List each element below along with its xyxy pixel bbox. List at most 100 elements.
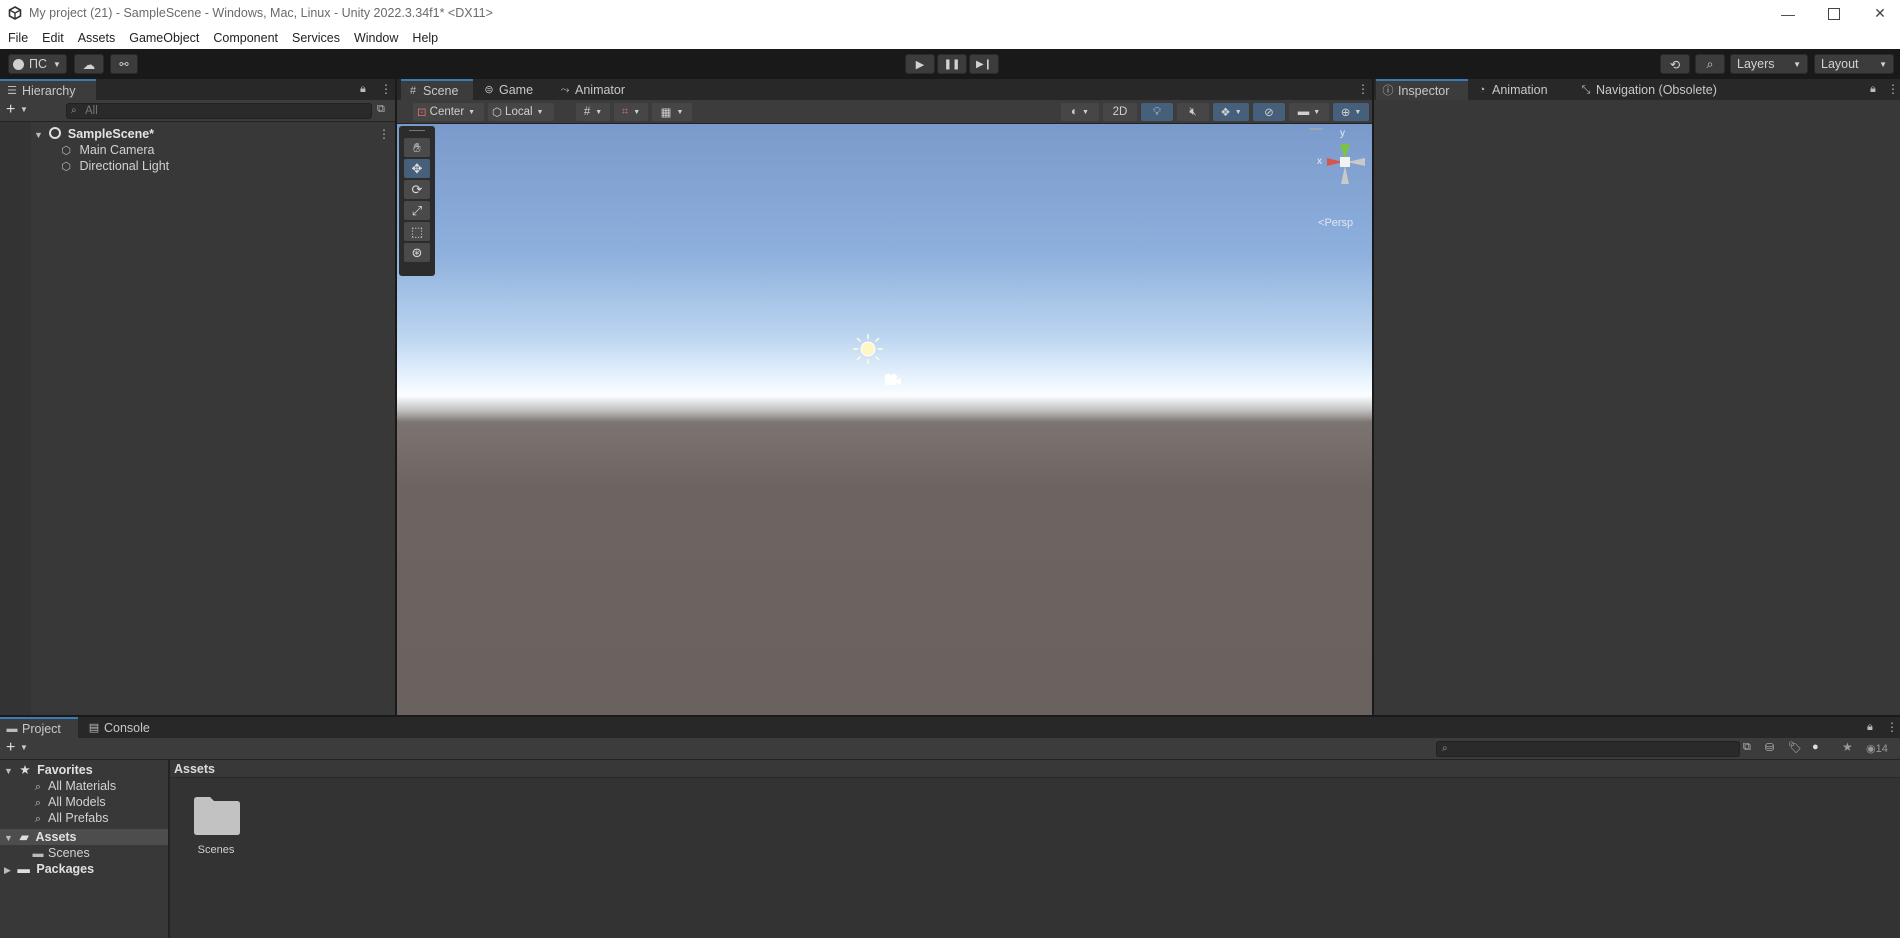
hand-tool-button[interactable]: ✋︎ <box>404 138 430 157</box>
hierarchy-scene-row[interactable]: ▼ SampleScene* ⋮ <box>34 126 394 142</box>
warning-filter-icon[interactable]: ● <box>1812 741 1819 753</box>
tab-animator[interactable]: ⤳ Animator <box>553 79 643 100</box>
tab-navigation[interactable]: ⤡ Navigation (Obsolete) <box>1574 79 1734 100</box>
close-window-button[interactable]: ✕ <box>1857 0 1900 27</box>
add-icon[interactable]: + <box>6 739 15 757</box>
drag-handle[interactable] <box>409 130 425 131</box>
tree-favorite-item[interactable]: ⌕ All Prefabs <box>32 810 109 826</box>
layout-dropdown[interactable]: Layout ▼ <box>1814 54 1894 74</box>
projection-toggle[interactable]: <Persp <box>1318 217 1353 229</box>
rotate-tool-button[interactable]: ⟳ <box>404 180 430 199</box>
search-button[interactable]: ⌕ <box>1695 54 1725 74</box>
chevron-down-icon[interactable]: ▼ <box>20 743 28 752</box>
rect-tool-icon: ⬚ <box>410 223 424 239</box>
undo-history-button[interactable]: ⟲ <box>1660 54 1690 74</box>
more-options-icon[interactable]: ⋮ <box>1357 82 1369 96</box>
tree-folder-scenes[interactable]: ▬ Scenes <box>32 845 90 861</box>
tab-game[interactable]: ⊜ Game <box>477 79 547 100</box>
menu-assets[interactable]: Assets <box>71 31 123 45</box>
tree-packages[interactable]: ▶ ▬ Packages <box>4 861 94 877</box>
hidden-packages-toggle[interactable]: ◉14 <box>1866 742 1888 755</box>
menu-gameobject[interactable]: GameObject <box>122 31 206 45</box>
hierarchy-search-input[interactable]: ⌕ All <box>66 103 372 119</box>
hierarchy-item-label: Directional Light <box>79 159 170 173</box>
tree-favorites[interactable]: ▼ ★ Favorites <box>4 762 93 778</box>
rect-tool-button[interactable]: ⬚ <box>404 222 430 241</box>
play-button[interactable]: ▶ <box>905 54 935 74</box>
gizmos-toggle-button[interactable]: ⊕ ▼ <box>1333 103 1369 121</box>
grid-snapping-button[interactable]: ⌗ ▼ <box>614 103 648 121</box>
add-icon[interactable]: + <box>6 101 15 119</box>
chevron-down-icon: ▼ <box>633 108 641 116</box>
toggle-2d-button[interactable]: 2D <box>1103 103 1137 121</box>
tab-project[interactable]: ▬ Project <box>0 717 78 738</box>
grid-icon: # <box>583 106 591 118</box>
hidden-objects-toggle-button[interactable]: ⊘ <box>1253 103 1285 121</box>
star-icon[interactable]: ★ <box>1842 740 1853 754</box>
collab-button[interactable]: ⚯ <box>110 54 138 74</box>
lock-icon[interactable]: 🔒︎ <box>360 83 366 96</box>
menu-file[interactable]: File <box>1 31 35 45</box>
tree-favorite-item[interactable]: ⌕ All Models <box>32 794 106 810</box>
filter-by-label-icon[interactable]: 🏷︎ <box>1788 741 1802 754</box>
asset-grid: Assets Scenes <box>170 760 1900 938</box>
tree-favorite-item[interactable]: ⌕ All Materials <box>32 778 116 794</box>
account-dropdown[interactable]: ПС ▼ <box>8 54 67 74</box>
lighting-toggle-button[interactable]: 💡︎ <box>1141 103 1173 121</box>
increment-snapping-button[interactable]: ▦ ▼ <box>652 103 692 121</box>
tab-animation[interactable]: ◔ Animation <box>1470 79 1570 100</box>
maximize-button[interactable] <box>1811 0 1857 27</box>
tab-hierarchy-label: Hierarchy <box>22 83 76 98</box>
tab-console[interactable]: ▤ Console <box>82 717 162 738</box>
list-icon: ☰ <box>7 84 17 97</box>
search-window-icon[interactable]: ⧉ <box>1743 741 1751 754</box>
tab-inspector[interactable]: ⓘ Inspector <box>1376 79 1468 100</box>
drag-handle[interactable] <box>1309 128 1323 130</box>
asset-folder-scenes[interactable]: Scenes <box>186 794 246 860</box>
filter-by-type-icon[interactable]: ⛁ <box>1765 741 1774 754</box>
directional-light-icon[interactable] <box>851 332 885 366</box>
menu-help[interactable]: Help <box>405 31 445 45</box>
hierarchy-item-main-camera[interactable]: ⬡ Main Camera <box>60 142 154 158</box>
effects-icon: ❖ <box>1220 107 1231 119</box>
pivot-space-dropdown[interactable]: ⬡ Local ▼ <box>488 103 554 121</box>
camera-settings-button[interactable]: ▬ ▼ <box>1289 103 1329 121</box>
more-options-icon[interactable]: ⋮ <box>1886 720 1898 734</box>
scene-viewport[interactable]: ✋︎ ✥ ⟳ ⤢ ⬚ ⊛ 🔒︎ y x <Persp <box>397 124 1372 715</box>
pause-button[interactable]: ❚❚ <box>937 54 967 74</box>
grid-visibility-button[interactable]: # ▼ <box>576 103 610 121</box>
camera-gizmo-icon[interactable] <box>882 372 902 388</box>
draw-mode-dropdown[interactable]: ◐ ▼ <box>1061 103 1099 121</box>
move-tool-button[interactable]: ✥ <box>404 159 430 178</box>
maximize-icon <box>1828 7 1840 20</box>
menu-services[interactable]: Services <box>285 31 347 45</box>
tab-hierarchy[interactable]: ☰ Hierarchy <box>0 79 96 100</box>
favorite-label: All Models <box>48 795 106 809</box>
lock-icon[interactable]: 🔒︎ <box>1867 721 1873 734</box>
more-options-icon[interactable]: ⋮ <box>1887 82 1899 96</box>
chevron-down-icon[interactable]: ▼ <box>20 105 28 114</box>
more-options-icon[interactable]: ⋮ <box>380 82 392 96</box>
cloud-button[interactable]: ☁ <box>74 54 104 74</box>
orientation-gizmo[interactable]: 🔒︎ y x <Persp <box>1297 124 1372 229</box>
menu-edit[interactable]: Edit <box>35 31 71 45</box>
audio-toggle-button[interactable]: 🔇︎ <box>1177 103 1209 121</box>
project-search-input[interactable]: ⌕ <box>1436 741 1740 757</box>
transform-tool-button[interactable]: ⊛ <box>404 243 430 262</box>
menu-component[interactable]: Component <box>206 31 285 45</box>
menu-window[interactable]: Window <box>347 31 405 45</box>
tab-scene[interactable]: # Scene <box>401 79 473 100</box>
more-options-icon[interactable]: ⋮ <box>378 126 390 142</box>
pivot-mode-dropdown[interactable]: ⊡ Center ▼ <box>413 103 484 121</box>
breadcrumb-assets[interactable]: Assets <box>174 762 215 776</box>
layers-dropdown[interactable]: Layers ▼ <box>1730 54 1808 74</box>
scale-tool-button[interactable]: ⤢ <box>404 201 430 220</box>
tree-assets[interactable]: ▼ ▰ Assets <box>0 829 168 845</box>
lock-icon[interactable]: 🔒︎ <box>1870 83 1876 96</box>
minimize-button[interactable]: — <box>1765 0 1811 27</box>
step-button[interactable]: ▶❙ <box>969 54 999 74</box>
scene-search-icon[interactable]: ⧉ <box>377 103 385 116</box>
ruler-icon: ▦ <box>660 107 672 119</box>
effects-toggle-button[interactable]: ❖ ▼ <box>1213 103 1249 121</box>
hierarchy-item-directional-light[interactable]: ⬡ Directional Light <box>60 158 169 174</box>
